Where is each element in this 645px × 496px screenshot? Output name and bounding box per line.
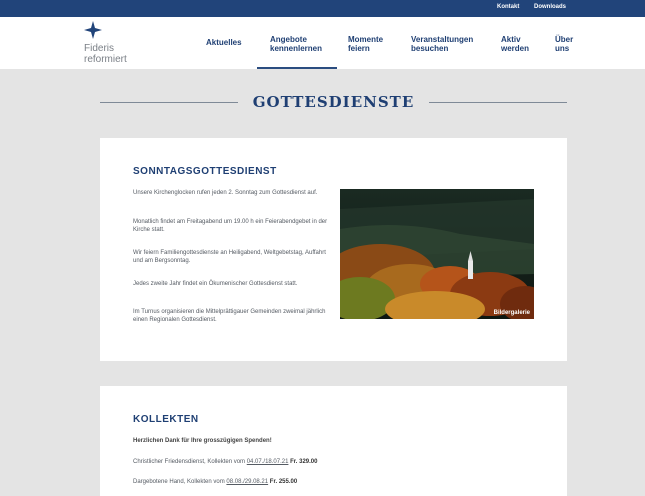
nav-item-aktuelles[interactable]: Aktuelles xyxy=(206,38,242,47)
nav-label: Aktuelles xyxy=(206,38,242,47)
top-utility-bar: Kontakt Downloads xyxy=(0,0,645,17)
nav-label: kennenlernen xyxy=(270,44,323,53)
kollekte-name: Dargebotene Hand, Kollekten vom xyxy=(133,479,225,485)
sunday-paragraph: Unsere Kirchenglocken rufen jeden 2. Son… xyxy=(133,190,318,196)
nav-label: Über xyxy=(555,35,574,44)
church-logo-icon[interactable] xyxy=(84,21,102,39)
sunday-heading: SONNTAGSGOTTESDIENST xyxy=(133,166,277,177)
logo-line-2: reformiert xyxy=(84,54,127,65)
kollekte-row: Christlicher Friedensdienst, Kollekten v… xyxy=(133,459,317,465)
kollekte-currency: Fr. xyxy=(290,459,298,465)
nav-item-momente[interactable]: Momente feiern xyxy=(348,35,383,53)
kollekte-amount: 255.00 xyxy=(278,479,298,485)
nav-label: werden xyxy=(501,44,530,53)
nav-item-angebote[interactable]: Angebote kennenlernen xyxy=(270,35,322,53)
kollekten-heading: KOLLEKTEN xyxy=(133,414,199,425)
main-header: Fideris reformiert Aktuelles Angebote ke… xyxy=(0,17,645,69)
gallery-label[interactable]: Bildergalerie xyxy=(494,310,530,316)
kollekten-card: KOLLEKTEN Herzlichen Dank für Ihre gross… xyxy=(100,386,567,496)
nav-label: Veranstaltungen xyxy=(411,35,474,44)
sunday-service-card: SONNTAGSGOTTESDIENST Unsere Kirchenglock… xyxy=(100,138,567,361)
downloads-link[interactable]: Downloads xyxy=(534,4,566,10)
logo-text[interactable]: Fideris reformiert xyxy=(84,43,127,65)
kollekte-dates-link[interactable]: 08.08./29.08.21 xyxy=(226,479,268,485)
church-landscape-image xyxy=(340,189,534,319)
kollekte-name: Christlicher Friedensdienst, Kollekten v… xyxy=(133,459,246,465)
gallery-photo[interactable]: Bildergalerie xyxy=(340,189,534,319)
sunday-paragraph: Im Turnus organisieren die Mittelprättig… xyxy=(133,309,326,323)
kollekte-currency: Fr. xyxy=(269,479,278,485)
page-title: GOTTESDIENSTE xyxy=(252,93,415,111)
kollekte-dates-link[interactable]: 04.07./18.07.21 xyxy=(247,459,289,465)
sunday-paragraph: Jedes zweite Jahr findet ein Ökumenische… xyxy=(133,281,298,287)
kollekte-amount: 329.00 xyxy=(299,459,318,465)
nav-label: feiern xyxy=(348,44,370,53)
nav-item-aktiv[interactable]: Aktiv werden xyxy=(501,35,529,53)
nav-label: Angebote xyxy=(270,35,307,44)
nav-label: Momente xyxy=(348,35,384,44)
nav-label: besuchen xyxy=(411,44,449,53)
kollekten-thanks: Herzlichen Dank für Ihre grosszügigen Sp… xyxy=(133,438,272,444)
logo-line-1: Fideris xyxy=(84,43,115,54)
nav-item-ueber-uns[interactable]: Über uns xyxy=(555,35,573,53)
contact-link[interactable]: Kontakt xyxy=(497,4,519,10)
nav-label: uns xyxy=(555,44,570,53)
sunday-paragraph: Wir feiern Familiengottesdienste an Heil… xyxy=(133,250,326,264)
sunday-paragraph: Monatlich findet am Freitagabend um 19.0… xyxy=(133,219,328,233)
active-nav-underline xyxy=(257,67,337,69)
nav-item-veranstaltungen[interactable]: Veranstaltungen besuchen xyxy=(411,35,473,53)
page-title-section: GOTTESDIENSTE xyxy=(100,90,567,114)
kollekte-row: Dargebotene Hand, Kollekten vom 08.08./2… xyxy=(133,479,297,485)
nav-label: Aktiv xyxy=(501,35,521,44)
